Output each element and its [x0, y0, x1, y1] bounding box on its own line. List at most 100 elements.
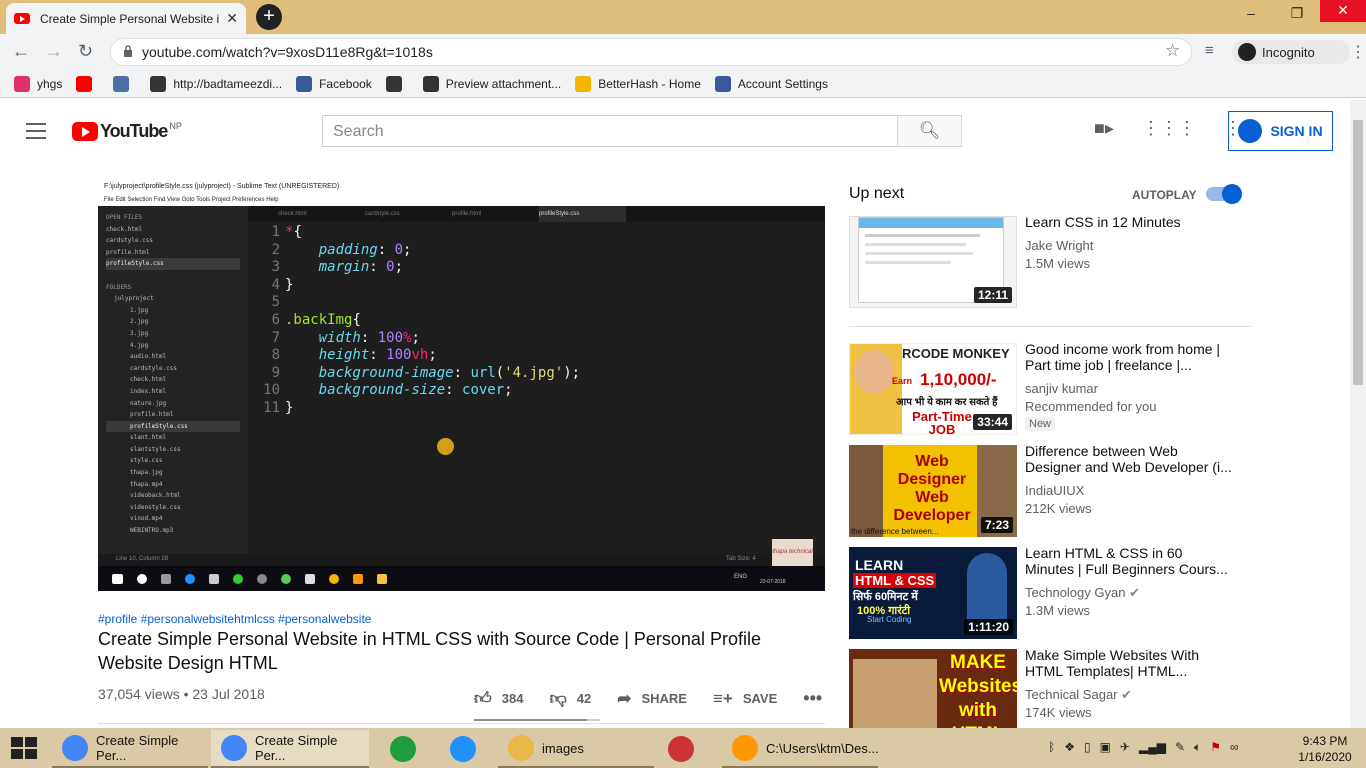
incognito-indicator[interactable]: Incognito — [1232, 40, 1350, 64]
channel-name[interactable]: sanjiv kumar — [1025, 381, 1098, 396]
video-title[interactable]: Learn HTML & CSS in 60 Minutes | Full Be… — [1025, 545, 1235, 577]
hamburger-menu-icon[interactable] — [26, 123, 46, 139]
video-title[interactable]: Good income work from home | Part time j… — [1025, 341, 1235, 373]
minimize-window-icon[interactable]: – — [1228, 0, 1274, 30]
app-tray-icon[interactable]: ✈ — [1120, 740, 1130, 755]
wifi-signal-icon[interactable]: ▂▄▆ — [1139, 740, 1166, 755]
editor-file-item: nature.jpg — [130, 399, 167, 407]
video-views-date: 37,054 views • 23 Jul 2018 — [98, 686, 265, 702]
taskbar-clock[interactable]: 9:43 PM 1/16/2020 — [1290, 733, 1360, 765]
thumbnail-text: LEARN — [855, 557, 904, 573]
battery-icon[interactable]: ▯ — [1084, 740, 1091, 755]
bookmark-item[interactable] — [113, 75, 136, 92]
taskbar-app-button[interactable] — [440, 730, 490, 768]
taskbar-app-label: C:\Users\ktm\Des... — [766, 740, 879, 756]
channel-name[interactable]: Technical Sagar ✔ — [1025, 687, 1132, 703]
bookmark-item[interactable]: yhgs — [14, 75, 62, 92]
apps-grid-icon[interactable]: ⋮⋮⋮ — [1142, 118, 1196, 139]
dislike-button[interactable]: 👎︎ 42 — [549, 688, 591, 709]
editor-window-title: F:\julyproject\profileStyle.css (julypro… — [98, 179, 825, 197]
account-icon — [1238, 119, 1263, 143]
video-hashtags[interactable]: #profile #personalwebsitehtmlcss #person… — [98, 612, 371, 626]
video-thumbnail[interactable]: 12:11 — [849, 216, 1017, 308]
app-tray-icon[interactable]: ⚑ — [1210, 740, 1221, 755]
edge-icon — [185, 573, 195, 584]
restore-window-icon[interactable]: ❐ — [1274, 0, 1320, 30]
video-thumbnail[interactable]: Web Designer Web Developer the differenc… — [849, 445, 1017, 537]
taskbar-app-icon — [221, 735, 247, 761]
video-taskbar: ENG 23-07-2018 — [98, 566, 825, 591]
save-button[interactable]: ≡+ SAVE — [713, 689, 777, 709]
bookmark-item[interactable] — [385, 75, 409, 92]
taskbar-app-button[interactable]: C:\Users\ktm\Des... — [722, 730, 879, 768]
app-tray-icon[interactable]: ❖ — [1064, 740, 1075, 755]
search-input[interactable]: Search — [322, 115, 898, 147]
close-tab-icon[interactable]: ✕ — [226, 10, 238, 27]
verified-check-icon: ✔ — [1121, 687, 1133, 702]
create-video-icon[interactable]: ■▸ — [1094, 118, 1114, 139]
bookmark-favicon-icon — [113, 75, 130, 92]
thumbnail-text: Web Developer — [893, 489, 971, 524]
taskbar-app-button[interactable]: Create Simple Per... — [211, 730, 369, 768]
channel-name[interactable]: Jake Wright — [1025, 238, 1093, 253]
video-thumbnail[interactable]: RCODE MONKEY Earn 1,10,000/- आप भी ये का… — [849, 343, 1017, 435]
video-thumbnail[interactable]: MAKE Websites with HTML — [849, 649, 1017, 729]
like-ratio-fill — [474, 719, 588, 721]
like-button[interactable]: 👍︎ 384 — [474, 688, 523, 709]
video-thumbnail[interactable]: LEARN HTML & CSS सिर्फ 60मिनट में 100% ग… — [849, 547, 1017, 639]
recommended-video[interactable]: MAKE Websites with HTML Make Simple Webs… — [849, 649, 1249, 729]
channel-name[interactable]: IndiaUIUX — [1025, 483, 1084, 498]
video-title[interactable]: Make Simple Websites With HTML Templates… — [1025, 649, 1235, 679]
share-button[interactable]: ➦ SHARE — [617, 689, 687, 709]
editor-tab: check.html — [278, 211, 307, 217]
channel-name[interactable]: Technology Gyan ✔ — [1025, 585, 1140, 601]
search-button[interactable]: 🔍︎ — [897, 115, 962, 147]
browser-tab[interactable]: Create Simple Personal Website i ✕ — [6, 3, 246, 34]
menu-kebab-icon[interactable]: ⋮ — [1350, 42, 1366, 62]
taskbar-app-button[interactable] — [380, 730, 424, 768]
link-icon[interactable]: ∞ — [1230, 740, 1239, 755]
page-scrollbar[interactable] — [1350, 100, 1366, 728]
app-tray-icon[interactable]: ▣ — [1100, 740, 1111, 755]
bookmark-item[interactable]: Preview attachment... — [422, 75, 561, 92]
taskbar-app-button[interactable] — [658, 730, 718, 768]
taskbar-app-button[interactable]: images — [498, 730, 654, 768]
scrollbar-thumb[interactable] — [1353, 120, 1363, 385]
recommended-video[interactable]: Web Designer Web Developer the differenc… — [849, 443, 1249, 537]
recommended-video[interactable]: RCODE MONKEY Earn 1,10,000/- आप भी ये का… — [849, 341, 1249, 435]
url-text[interactable]: youtube.com/watch?v=9xosD11e8Rg&t=1018s — [142, 44, 433, 60]
back-arrow-icon[interactable]: ← — [12, 41, 30, 62]
bookmark-item[interactable]: BetterHash - Home — [575, 75, 701, 92]
windows-logo-icon — [112, 573, 123, 584]
bookmark-star-icon[interactable]: ☆ — [1165, 41, 1180, 61]
autoplay-toggle[interactable] — [1206, 184, 1242, 204]
bluetooth-icon[interactable]: ᛒ — [1048, 740, 1055, 755]
taskbar-app-icon — [450, 736, 476, 762]
app-tray-icon[interactable]: ✎ — [1175, 740, 1185, 755]
video-player[interactable]: F:\julyproject\profileStyle.css (julypro… — [98, 179, 825, 591]
video-title[interactable]: Difference between Web Designer and Web … — [1025, 443, 1235, 475]
editor-file-item: WEBINTRO.mp3 — [130, 527, 174, 535]
recommended-video[interactable]: LEARN HTML & CSS सिर्फ 60मिनट में 100% ग… — [849, 545, 1249, 639]
taskbar-app-button[interactable]: Create Simple Per... — [52, 730, 208, 768]
forward-arrow-icon[interactable]: → — [45, 41, 63, 62]
reload-icon[interactable]: ↻ — [78, 41, 93, 62]
close-window-icon[interactable]: ✕ — [1320, 0, 1366, 22]
more-actions-icon[interactable]: ••• — [803, 688, 822, 709]
bookmark-item[interactable] — [76, 75, 99, 92]
video-title[interactable]: Learn CSS in 12 Minutes — [1025, 214, 1235, 230]
editor-status-bar: Line 10, Column 28 Tab Size: 4 — [98, 554, 825, 566]
bookmark-item[interactable]: http://badtameezdi... — [150, 75, 282, 92]
youtube-logo[interactable]: YouTube NP — [72, 121, 182, 142]
sign-in-button[interactable]: SIGN IN — [1228, 111, 1333, 151]
volume-icon[interactable]: 🔈︎ — [1194, 740, 1201, 755]
bookmark-item[interactable]: Facebook — [296, 75, 372, 92]
media-queue-icon[interactable]: ≡ — [1205, 42, 1214, 59]
editor-sidebar: OPEN FILES check.html cardstyle.css profile… — [98, 206, 248, 561]
bookmark-item[interactable]: Account Settings — [714, 75, 828, 92]
bookmark-favicon-icon — [385, 75, 402, 92]
windows-start-icon[interactable] — [10, 736, 38, 760]
toggle-knob[interactable] — [1222, 184, 1242, 204]
recommended-video[interactable]: 12:11 Learn CSS in 12 Minutes Jake Wrigh… — [849, 214, 1249, 308]
new-tab-button[interactable]: + — [256, 4, 282, 30]
